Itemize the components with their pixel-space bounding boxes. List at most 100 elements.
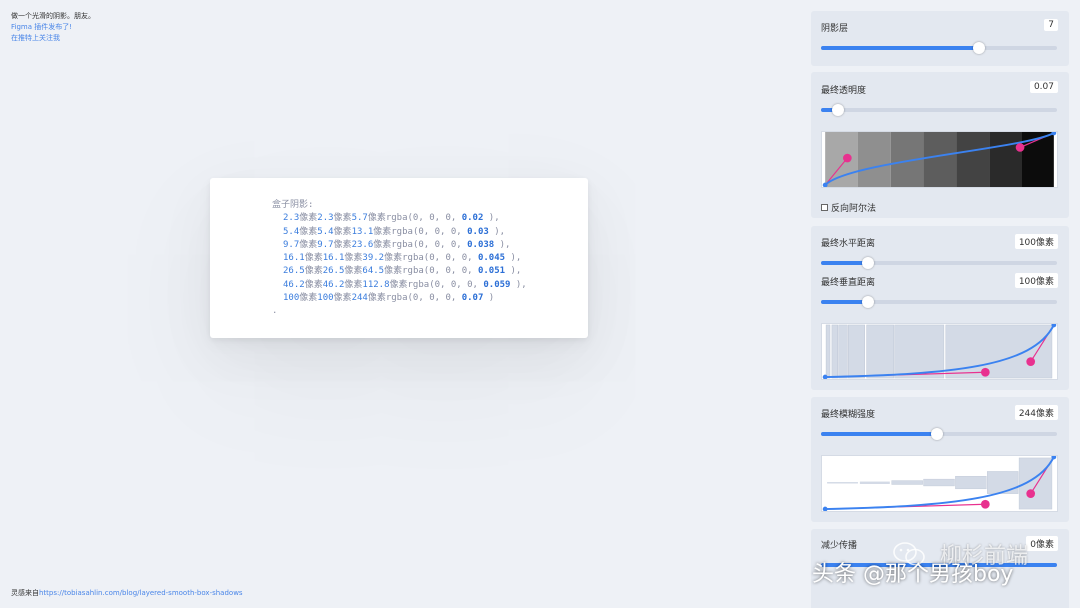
watermark-text: 头条 @那个男孩boy bbox=[812, 562, 1014, 587]
distance-handle-2 bbox=[1026, 357, 1036, 366]
code-footer: . bbox=[272, 306, 278, 317]
code-token: 像素 bbox=[304, 266, 323, 277]
code-token: 像素 bbox=[389, 279, 408, 290]
code-token: 像素 bbox=[299, 226, 318, 237]
intro-title: 做一个光滑的阴影。朋友。 bbox=[11, 12, 95, 20]
opacity-curve-graph[interactable] bbox=[821, 131, 1058, 188]
code-token: 像素 bbox=[344, 253, 363, 264]
vdist-slider-thumb[interactable] bbox=[862, 296, 875, 308]
code-token: 像素 bbox=[344, 266, 363, 277]
code-token: 像素 bbox=[373, 226, 392, 237]
code-token: 像素 bbox=[384, 253, 403, 264]
code-token: 像素 bbox=[299, 213, 318, 224]
opacity-handle-2 bbox=[1015, 143, 1025, 152]
opacity-step-4 bbox=[923, 132, 957, 187]
opacity-value[interactable]: 0.07 bbox=[1029, 81, 1058, 93]
vdist-slider-fill bbox=[821, 300, 869, 304]
distance-handle-1 bbox=[980, 367, 990, 377]
blur-curve-graph[interactable] bbox=[821, 455, 1058, 512]
code-token: rgba(0, 0, 0, bbox=[402, 253, 478, 264]
code-row: 9.7像素9.7像素23.6像素rgba(0, 0, 0, 0.038 ), bbox=[272, 239, 527, 252]
layers-value[interactable]: 7 bbox=[1044, 19, 1058, 31]
code-token: 像素 bbox=[367, 213, 386, 224]
code-token: 像素 bbox=[384, 266, 403, 277]
distance-step-1 bbox=[825, 324, 831, 379]
code-token: ), bbox=[505, 266, 522, 277]
hdist-value[interactable]: 100像素 bbox=[1014, 234, 1058, 249]
code-token: 0.07 bbox=[461, 293, 484, 304]
code-token: 像素 bbox=[373, 239, 392, 250]
code-token: rgba(0, 0, 0, bbox=[391, 239, 468, 250]
layers-slider[interactable] bbox=[821, 42, 1057, 54]
blur-slider-thumb[interactable] bbox=[930, 428, 943, 440]
code-token: 64.5 bbox=[362, 266, 385, 277]
opacity-step-6 bbox=[989, 132, 1022, 187]
code-header: 盒子阴影: bbox=[272, 200, 314, 210]
distance-step-4 bbox=[848, 324, 866, 379]
vdist-value[interactable]: 100像素 bbox=[1014, 273, 1058, 288]
code-token: 0.03 bbox=[467, 226, 489, 237]
code-token: 0.051 bbox=[477, 266, 506, 277]
code-row: 100像素100像素244像素rgba(0, 0, 0, 0.07 ) bbox=[272, 292, 527, 305]
layers-slider-thumb[interactable] bbox=[973, 42, 986, 54]
code-token: 16.1 bbox=[322, 253, 345, 264]
code-token: 像素 bbox=[333, 293, 352, 304]
code-token: 100 bbox=[317, 293, 334, 304]
blur-step-5 bbox=[955, 476, 987, 490]
code-row: 16.1像素16.1像素39.2像素rgba(0, 0, 0, 0.045 ), bbox=[272, 252, 527, 265]
spread-value[interactable]: 0像素 bbox=[1026, 536, 1058, 551]
opacity-handle-1 bbox=[843, 153, 852, 163]
blur-panel: 最终模糊强度 244像素 bbox=[811, 397, 1069, 522]
code-token: 244 bbox=[351, 293, 368, 304]
code-token: 2.3 bbox=[283, 213, 300, 224]
reverse-alpha-checkbox[interactable]: 反向阿尔法 bbox=[821, 201, 876, 214]
code-row: 26.5像素26.5像素64.5像素rgba(0, 0, 0, 0.051 ), bbox=[272, 265, 527, 278]
code-token: 像素 bbox=[304, 253, 323, 264]
blur-slider-fill bbox=[821, 432, 937, 436]
code-token: 5.7 bbox=[351, 213, 368, 224]
blur-curve-start bbox=[822, 506, 828, 511]
figma-plugin-link[interactable]: Figma 插件发布了! bbox=[11, 22, 95, 33]
code-token: 像素 bbox=[333, 226, 352, 237]
code-token: 16.1 bbox=[283, 253, 305, 264]
blur-step-2 bbox=[859, 481, 890, 484]
blur-step-6 bbox=[987, 471, 1019, 494]
code-token: ), bbox=[510, 279, 527, 290]
code-token: rgba(0, 0, 0, bbox=[391, 226, 468, 237]
code-token: rgba(0, 0, 0, bbox=[402, 266, 478, 277]
reverse-alpha-label: 反向阿尔法 bbox=[831, 204, 877, 214]
hdist-slider-fill bbox=[821, 261, 869, 265]
opacity-step-2 bbox=[857, 132, 891, 187]
hdist-slider-thumb[interactable] bbox=[862, 257, 875, 269]
distance-curve-start bbox=[822, 374, 828, 379]
css-output: 盒子阴影: 2.3像素2.3像素5.7像素rgba(0, 0, 0, 0.02 … bbox=[272, 199, 527, 319]
code-token: 0.059 bbox=[483, 279, 511, 290]
hdist-label: 最终水平距离 bbox=[821, 239, 876, 249]
blur-slider[interactable] bbox=[821, 428, 1057, 440]
code-token: ), bbox=[505, 253, 522, 264]
hdist-slider[interactable] bbox=[821, 257, 1057, 269]
blur-step-3 bbox=[891, 480, 923, 485]
distance-curve-graph[interactable] bbox=[821, 323, 1058, 380]
code-token: 像素 bbox=[299, 293, 318, 304]
credit-link[interactable]: https://tobiasahlin.com/blog/layered-smo… bbox=[39, 589, 243, 597]
code-token: 46.2 bbox=[322, 279, 345, 290]
vdist-slider[interactable] bbox=[821, 296, 1057, 308]
code-token: 像素 bbox=[367, 293, 386, 304]
code-token: 46.2 bbox=[283, 279, 305, 290]
opacity-slider-thumb[interactable] bbox=[831, 104, 844, 116]
code-token: 5.4 bbox=[283, 226, 300, 237]
code-token: 9.7 bbox=[317, 239, 334, 250]
code-token: 像素 bbox=[344, 279, 363, 290]
code-token: 像素 bbox=[333, 213, 352, 224]
distance-step-3 bbox=[838, 324, 848, 379]
code-token: 39.2 bbox=[362, 253, 385, 264]
code-token: 112.8 bbox=[362, 279, 390, 290]
code-token: ), bbox=[488, 226, 506, 237]
code-token: ), bbox=[494, 239, 511, 250]
checkbox-box[interactable] bbox=[821, 204, 828, 211]
blur-value[interactable]: 244像素 bbox=[1014, 405, 1058, 420]
opacity-slider[interactable] bbox=[821, 104, 1057, 116]
blur-step-1 bbox=[827, 482, 858, 484]
twitter-link[interactable]: 在推特上关注我 bbox=[11, 33, 95, 44]
